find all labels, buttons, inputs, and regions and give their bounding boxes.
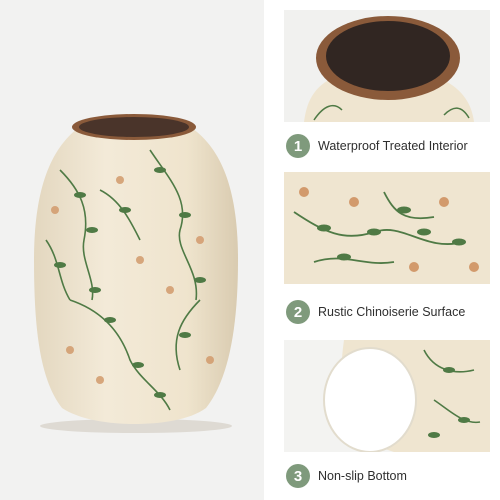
feature-column: 1 Waterproof Treated Interior 2 Rustic C… <box>274 0 500 500</box>
main-product-photo <box>0 0 264 500</box>
floral-surface-closeup-icon <box>284 172 490 284</box>
feature-number-badge: 1 <box>286 134 310 158</box>
feature-1: 1 Waterproof Treated Interior <box>286 132 468 160</box>
floral-ceramic-vase-icon <box>34 114 238 433</box>
panel-divider <box>264 0 274 500</box>
feature-number-badge: 2 <box>286 300 310 324</box>
feature-3: 3 Non-slip Bottom <box>286 462 407 490</box>
vase-bottom-closeup-icon <box>284 340 490 452</box>
feature-label: Non-slip Bottom <box>318 469 407 483</box>
feature-label: Waterproof Treated Interior <box>318 139 468 153</box>
vase-opening-closeup-icon <box>284 10 490 122</box>
feature-2: 2 Rustic Chinoiserie Surface <box>286 298 465 326</box>
feature-number-badge: 3 <box>286 464 310 488</box>
feature-label: Rustic Chinoiserie Surface <box>318 305 466 319</box>
